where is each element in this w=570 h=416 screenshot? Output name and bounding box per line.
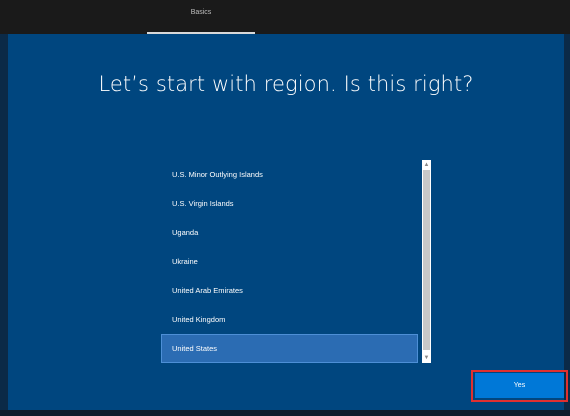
left-border: [0, 34, 8, 416]
list-item[interactable]: Uganda: [161, 218, 418, 247]
top-bar: Basics: [0, 0, 570, 34]
scrollbar-thumb[interactable]: [423, 170, 430, 350]
setup-screen: Basics Let’s start with region. Is this …: [0, 0, 570, 416]
yes-button[interactable]: Yes: [475, 373, 564, 398]
scrollbar[interactable]: ▲ ▼: [422, 160, 431, 363]
chevron-up-icon[interactable]: ▲: [422, 160, 431, 170]
chevron-down-icon[interactable]: ▼: [422, 353, 431, 363]
list-item[interactable]: U.S. Virgin Islands: [161, 189, 418, 218]
bottom-border: [0, 410, 570, 416]
region-list[interactable]: U.S. Minor Outlying Islands U.S. Virgin …: [161, 160, 431, 363]
page-title: Let’s start with region. Is this right?: [98, 72, 474, 96]
right-border: [564, 34, 570, 416]
list-item[interactable]: Ukraine: [161, 247, 418, 276]
tab-basics: Basics: [147, 0, 255, 34]
list-item[interactable]: United Kingdom: [161, 305, 418, 334]
list-item-selected[interactable]: United States: [161, 334, 418, 363]
list-item[interactable]: United Arab Emirates: [161, 276, 418, 305]
region-list-items: U.S. Minor Outlying Islands U.S. Virgin …: [161, 160, 418, 363]
list-item[interactable]: U.S. Minor Outlying Islands: [161, 160, 418, 189]
